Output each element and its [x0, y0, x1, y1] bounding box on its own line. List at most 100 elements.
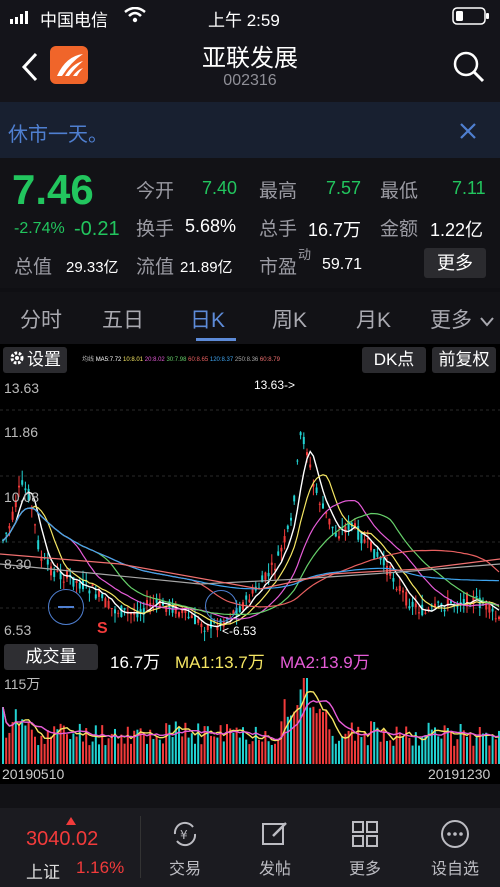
stat-value-amount: 1.22亿	[430, 220, 484, 240]
kline-candle	[34, 523, 36, 534]
volume-bar	[155, 736, 158, 764]
stat-label-turnover: 换手	[136, 219, 175, 240]
kline-candle	[414, 595, 417, 615]
kline-candle	[270, 554, 273, 575]
tab-intraday[interactable]: 分时	[20, 304, 62, 334]
tab-daily-k[interactable]: 日K	[190, 304, 225, 334]
min-price-label: <-6.53	[222, 624, 257, 638]
volume-bar	[146, 743, 148, 764]
volume-bar	[450, 731, 452, 764]
volume-bar	[126, 726, 129, 764]
volume-bar	[322, 712, 324, 764]
kline-candle	[398, 577, 401, 595]
volume-bar	[171, 737, 174, 764]
volume-bar	[152, 738, 155, 764]
add-watchlist-button[interactable]: 设自选	[415, 818, 495, 879]
post-button[interactable]: 发帖	[235, 818, 315, 879]
dk-point-button[interactable]: DK点	[362, 347, 426, 373]
volume-bar	[174, 721, 177, 764]
volume-bar	[379, 741, 382, 764]
collapse-circle-icon[interactable]	[48, 589, 84, 625]
volume-bar	[251, 741, 254, 764]
volume-bar	[232, 732, 235, 764]
volume-bar	[296, 705, 299, 764]
chevron-down-icon	[480, 314, 494, 332]
volume-bar	[341, 736, 344, 764]
tab-monthly-k[interactable]: 月K	[356, 304, 391, 334]
battery-icon	[452, 7, 490, 30]
ma-legend-item: 250:8.36	[234, 357, 259, 363]
search-icon[interactable]	[452, 50, 486, 89]
volume-bar	[98, 744, 100, 764]
volume-indicator-button[interactable]: 成交量	[4, 644, 98, 670]
ma-legend-item: 20:8.02	[144, 357, 165, 363]
volume-bar	[389, 740, 392, 764]
kline-candle	[162, 597, 164, 606]
kline-candle	[88, 588, 91, 602]
volume-bar	[456, 739, 459, 764]
volume-bar	[338, 740, 340, 764]
volume-bar	[261, 741, 264, 764]
volume-bar	[475, 737, 478, 764]
volume-bar	[14, 709, 17, 764]
tab-more[interactable]: 更多	[430, 304, 472, 334]
volume-bar	[50, 736, 52, 764]
kline-candle	[37, 535, 40, 552]
tab-five-day[interactable]: 五日	[102, 304, 144, 334]
volume-bar	[75, 736, 78, 764]
gear-icon	[9, 348, 25, 374]
volume-bar	[168, 724, 171, 764]
volume-bar	[482, 733, 484, 764]
volume-bar	[405, 726, 408, 764]
more-stats-button[interactable]: 更多	[424, 248, 486, 278]
volume-bar	[46, 730, 49, 764]
volume-bar	[402, 737, 404, 764]
volume-bar	[34, 736, 36, 764]
volume-bar	[123, 743, 126, 764]
volume-bar	[88, 745, 91, 764]
volume-bar	[37, 745, 40, 764]
more-circle-icon	[415, 818, 495, 855]
volume-bar	[354, 740, 356, 764]
kline-candle	[443, 605, 446, 617]
stat-label-open: 今开	[136, 181, 175, 202]
kline-candle	[280, 544, 283, 561]
kline-candle	[299, 431, 302, 440]
volume-bar	[190, 733, 193, 764]
price-adjust-button[interactable]: 前复权	[432, 347, 496, 373]
volume-bar	[226, 724, 228, 764]
kline-candle	[283, 529, 286, 550]
axis-label-2: 11.86	[4, 424, 38, 440]
tab-weekly-k[interactable]: 周K	[272, 304, 307, 334]
volume-bar	[117, 743, 120, 764]
volume-bar	[440, 738, 443, 764]
ma-legend-item: 120:8.37	[209, 357, 234, 363]
kline-candle	[139, 601, 142, 622]
volume-bar	[488, 745, 491, 764]
more-button[interactable]: 更多	[325, 818, 405, 879]
volume-bar	[18, 723, 20, 764]
notice-banner[interactable]: 休市一天。	[0, 102, 500, 158]
volume-chart	[2, 678, 500, 764]
tab-active-indicator	[196, 338, 236, 341]
kline-chart-area[interactable]: 设置 均线 MA5:7.72 10:8.01 20:8.02 30:7.98 6…	[0, 344, 500, 784]
close-icon[interactable]	[458, 121, 478, 146]
volume-bar	[53, 726, 56, 764]
grid-icon	[325, 818, 405, 855]
volume-bar	[434, 727, 436, 764]
stat-value-volume: 16.7万	[308, 220, 362, 240]
stat-label-amount: 金额	[380, 219, 419, 240]
kline-candle	[328, 518, 331, 530]
volume-bar	[437, 736, 440, 764]
kline-candle	[203, 626, 206, 642]
volume-bar	[2, 707, 4, 764]
settings-button[interactable]: 设置	[3, 347, 67, 373]
kline-candle	[402, 587, 404, 602]
trade-button[interactable]: ¥ 交易	[145, 818, 225, 879]
period-tabs: 分时 五日 日K 周K 月K 更多	[0, 292, 500, 344]
volume-bar	[213, 736, 216, 764]
volume-bar	[66, 734, 68, 764]
kline-candle	[110, 607, 113, 617]
stat-value-open: 7.40	[202, 178, 238, 198]
kline-candle	[309, 456, 312, 471]
